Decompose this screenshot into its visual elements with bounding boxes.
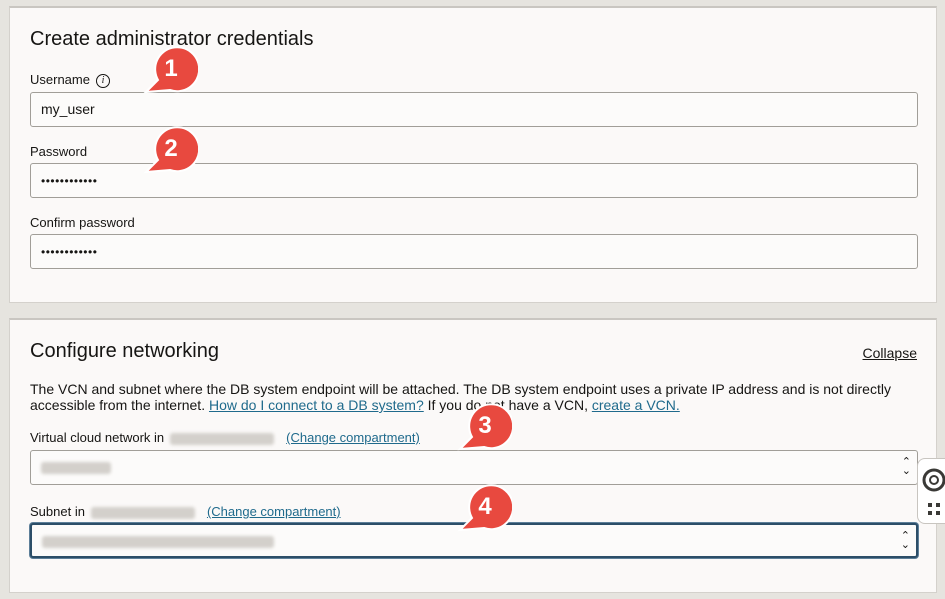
connect-help-link[interactable]: How do I connect to a DB system?: [209, 397, 424, 413]
vcn-label-text: Virtual cloud network in: [30, 430, 165, 445]
chevron-updown-icon: ⌃ ⌄: [901, 456, 911, 477]
confirm-password-label: Confirm password: [30, 215, 135, 230]
marker-number: 1: [164, 55, 178, 82]
marker-number: 3: [478, 412, 492, 439]
marker-number: 2: [164, 135, 178, 162]
help-side-tab[interactable]: [917, 458, 945, 524]
networking-title: Configure networking: [30, 340, 219, 362]
networking-panel: Configure networking Collapse The VCN an…: [9, 318, 937, 593]
username-value: my_user: [41, 101, 95, 117]
username-input[interactable]: my_user: [30, 92, 918, 127]
create-vcn-link[interactable]: create a VCN.: [592, 397, 680, 413]
chevron-updown-icon: ⌃ ⌄: [900, 530, 910, 551]
step-marker-4: 4: [457, 484, 512, 532]
info-icon[interactable]: i: [95, 73, 110, 88]
vcn-select[interactable]: ⌃ ⌄: [30, 450, 918, 485]
subnet-label-text: Subnet in: [30, 504, 85, 519]
redacted-vcn-value: [41, 462, 111, 475]
step-marker-1: 1: [143, 46, 198, 94]
step-marker-2: 2: [143, 126, 198, 174]
subnet-change-compartment-link[interactable]: (Change compartment): [207, 504, 341, 519]
confirm-password-value: ••••••••••••: [41, 245, 98, 259]
vcn-change-compartment-link[interactable]: (Change compartment): [286, 430, 420, 445]
lifebuoy-icon[interactable]: [918, 459, 945, 525]
confirm-password-input[interactable]: ••••••••••••: [30, 234, 918, 269]
step-marker-3: 3: [457, 403, 512, 451]
redacted-compartment: [170, 432, 275, 445]
username-label-text: Username: [30, 72, 90, 87]
redacted-subnet-value: [42, 536, 274, 549]
collapse-link[interactable]: Collapse: [863, 345, 917, 361]
grid-dots-icon[interactable]: [928, 503, 940, 515]
username-label: Username i: [30, 72, 110, 88]
redacted-compartment: [90, 506, 195, 519]
password-label: Password: [30, 144, 88, 159]
vcn-label: Virtual cloud network in (Change compartm…: [30, 430, 420, 445]
password-value: ••••••••••••: [41, 174, 98, 188]
subnet-label: Subnet in (Change compartment): [30, 504, 341, 519]
marker-number: 4: [478, 493, 492, 520]
